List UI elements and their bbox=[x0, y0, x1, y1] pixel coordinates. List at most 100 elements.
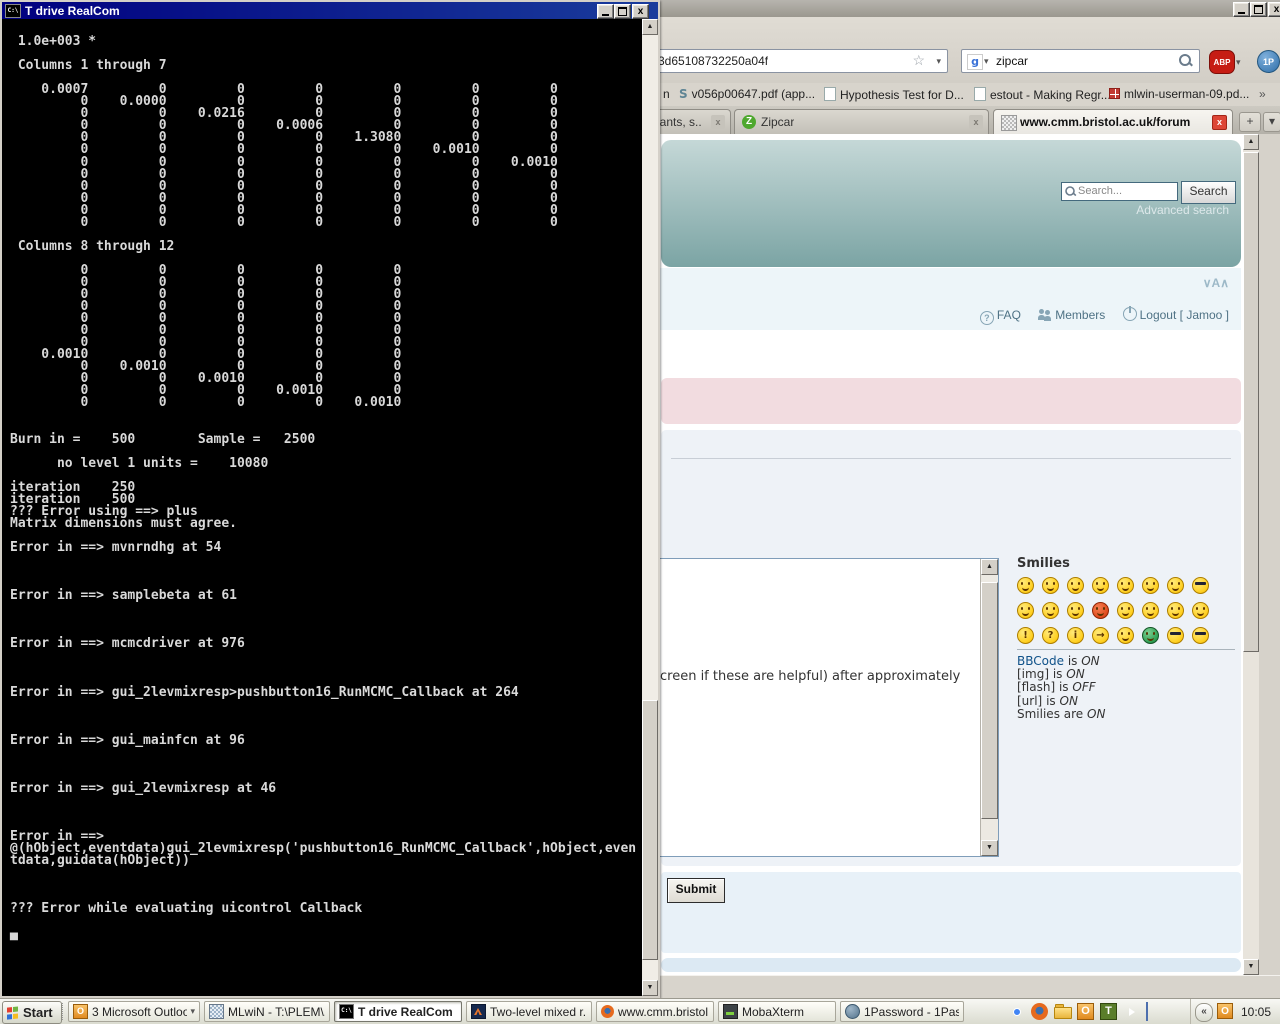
search-go-icon[interactable] bbox=[1179, 54, 1191, 66]
smilie-ugeek-icon[interactable] bbox=[1192, 627, 1209, 644]
firefox-icon[interactable] bbox=[1031, 1003, 1048, 1020]
forum-search-button[interactable]: Search bbox=[1181, 181, 1236, 204]
smilie-wink-icon[interactable] bbox=[1067, 577, 1084, 594]
text-size-widget[interactable]: ∨A∧ bbox=[1203, 276, 1229, 290]
window-icon[interactable] bbox=[1146, 1002, 1148, 1021]
console-restore-button[interactable] bbox=[614, 4, 631, 19]
submit-button[interactable]: Submit bbox=[667, 878, 725, 903]
textarea-scrollbar[interactable]: ▲ ▼ bbox=[980, 559, 998, 856]
console-titlebar[interactable]: C:\ T drive RealCom bbox=[2, 2, 658, 19]
outlook-tray-icon[interactable]: O bbox=[1217, 1003, 1233, 1019]
scrollbar-thumb[interactable] bbox=[981, 582, 998, 819]
bookmark-item[interactable]: Hypothesis Test for D... bbox=[824, 87, 964, 102]
tray-chevron[interactable]: « bbox=[1195, 1003, 1213, 1022]
bookmark-star-icon[interactable]: ☆ bbox=[912, 52, 925, 69]
taskbar-button-firefox-cmm[interactable]: www.cmm.bristol.... bbox=[596, 1001, 714, 1022]
scrollbar-thumb[interactable] bbox=[1243, 152, 1259, 652]
forum-search-input[interactable]: Search... bbox=[1061, 182, 1178, 201]
taskbar-button-mlwin[interactable]: MLwiN - T:\PLEM\... bbox=[204, 1001, 330, 1022]
message-textarea[interactable]: creen if these are helpful) after approx… bbox=[653, 558, 999, 857]
smilie-confused-icon[interactable] bbox=[1092, 577, 1109, 594]
taskbar-button-realcom[interactable]: C:\ T drive RealCom bbox=[334, 1001, 462, 1022]
browser-close-button[interactable]: x bbox=[1268, 2, 1280, 17]
console-output-area[interactable]: 1.0e+003 * Columns 1 through 7 0.0007 0 … bbox=[2, 19, 642, 996]
smilie-cool-icon[interactable] bbox=[1192, 577, 1209, 594]
tab-list-dropdown[interactable]: ▾ bbox=[1263, 112, 1280, 132]
smilie-mrgreen-icon[interactable] bbox=[1142, 627, 1159, 644]
smilie-razz-icon[interactable] bbox=[1067, 602, 1084, 619]
tab-close-icon[interactable]: x bbox=[969, 115, 983, 129]
logout-link[interactable]: Logout [ Jamoo ] bbox=[1123, 308, 1229, 322]
bookmark-item[interactable]: n bbox=[663, 87, 670, 101]
console-scrollbar[interactable]: ▲ ▼ bbox=[642, 19, 658, 996]
smilie-surprised-icon[interactable] bbox=[1117, 577, 1134, 594]
smilie-neutral-icon[interactable] bbox=[1117, 627, 1134, 644]
adblock-dropdown-icon[interactable]: ▾ bbox=[1236, 57, 1241, 68]
taskbar-button-mobaxterm[interactable]: MobaXterm bbox=[718, 1001, 836, 1022]
restore-icon bbox=[1254, 5, 1263, 14]
question-circle-icon: ? bbox=[980, 311, 994, 325]
address-dropdown-icon[interactable]: ▾ bbox=[936, 56, 941, 67]
bookmark-item[interactable]: mlwin-userman-09.pd... bbox=[1109, 87, 1249, 101]
onepassword-icon[interactable]: 1P bbox=[1257, 50, 1280, 73]
smilie-twisted-evil-icon[interactable] bbox=[1167, 602, 1184, 619]
bookmark-item[interactable]: estout - Making Regr... bbox=[974, 87, 1111, 102]
smilie-eek-icon[interactable] bbox=[1142, 577, 1159, 594]
outlook-icon[interactable]: O bbox=[1077, 1003, 1094, 1020]
browser-titlebar[interactable]: x bbox=[646, 0, 1280, 17]
new-tab-button[interactable]: + bbox=[1239, 112, 1261, 132]
forum-navbar-strip: ∨A∧ ?FAQ Members Logout [ Jamoo ] bbox=[653, 268, 1241, 330]
tab-close-icon[interactable]: x bbox=[711, 115, 725, 129]
scroll-up-icon[interactable]: ▲ bbox=[642, 19, 658, 35]
scroll-up-icon[interactable]: ▲ bbox=[1243, 134, 1259, 150]
advanced-search-link[interactable]: Advanced search bbox=[1136, 203, 1229, 217]
search-query[interactable]: zipcar bbox=[996, 54, 1028, 68]
smilie-biggrin-icon[interactable] bbox=[1017, 577, 1034, 594]
submit-panel: Submit bbox=[661, 872, 1241, 953]
console-close-button[interactable]: x bbox=[632, 4, 649, 19]
adblock-icon[interactable]: ABP bbox=[1209, 50, 1235, 74]
start-button[interactable]: Start bbox=[2, 1001, 62, 1024]
console-minimize-button[interactable] bbox=[597, 4, 614, 19]
faq-link[interactable]: ?FAQ bbox=[980, 308, 1021, 322]
forum-page: Search... Search Advanced search ∨A∧ ?FA… bbox=[653, 134, 1243, 975]
browser-minimize-button[interactable] bbox=[1233, 2, 1250, 17]
smilie-evil-icon[interactable] bbox=[1142, 602, 1159, 619]
smilie-geek-icon[interactable] bbox=[1167, 627, 1184, 644]
address-url[interactable]: 3d65108732250a04f bbox=[658, 54, 768, 68]
smilie-sad-icon[interactable] bbox=[1117, 602, 1134, 619]
smilie-smile-icon[interactable] bbox=[1042, 577, 1059, 594]
scroll-down-icon[interactable]: ▼ bbox=[642, 980, 658, 996]
google-engine-icon[interactable]: g bbox=[967, 54, 983, 70]
smilie-arrow-icon[interactable]: → bbox=[1092, 627, 1109, 644]
bookmark-item[interactable]: Sv056p00647.pdf (app... bbox=[679, 87, 815, 101]
taskbar-button-1password[interactable]: 1Password - 1Pass... bbox=[840, 1001, 964, 1022]
engine-dropdown-icon[interactable]: ▾ bbox=[984, 56, 989, 67]
tab-cmm-forum-active[interactable]: www.cmm.bristol.ac.uk/forum •... x bbox=[993, 109, 1233, 134]
members-link[interactable]: Members bbox=[1038, 308, 1105, 322]
tab-zipcar[interactable]: Z Zipcar x bbox=[734, 109, 989, 134]
smilie-mad-icon[interactable] bbox=[1042, 602, 1059, 619]
smilie-rolleyes-icon[interactable] bbox=[1192, 602, 1209, 619]
search-box[interactable]: g ▾ zipcar bbox=[961, 49, 1200, 73]
browser-restore-button[interactable] bbox=[1250, 2, 1267, 17]
tab-close-icon[interactable]: x bbox=[1212, 115, 1227, 130]
smilie-lol-icon[interactable] bbox=[1017, 602, 1034, 619]
scroll-down-icon[interactable]: ▼ bbox=[981, 840, 998, 856]
smilie-crying-icon[interactable] bbox=[1167, 577, 1184, 594]
t-app-icon[interactable]: T bbox=[1100, 1003, 1117, 1020]
taskbar-button-outlook[interactable]: O 3 Microsoft Outlook ▾ bbox=[68, 1001, 200, 1022]
smilie-exclaim-icon[interactable]: ! bbox=[1017, 627, 1034, 644]
smilie-idea-icon[interactable]: i bbox=[1067, 627, 1084, 644]
scroll-up-icon[interactable]: ▲ bbox=[981, 559, 998, 575]
browser-scrollbar[interactable]: ▲ ▼ bbox=[1243, 134, 1259, 975]
forum-header-banner: Search... Search Advanced search bbox=[661, 140, 1241, 267]
bbcode-link[interactable]: BBCode bbox=[1017, 654, 1064, 668]
bookmarks-overflow-chevron[interactable]: » bbox=[1259, 87, 1266, 101]
taskbar-button-matlab[interactable]: Two-level mixed r... bbox=[466, 1001, 592, 1022]
scrollbar-thumb[interactable] bbox=[642, 700, 658, 960]
address-bar[interactable]: 3d65108732250a04f ☆ ▾ bbox=[651, 49, 948, 73]
smilie-question-icon[interactable]: ? bbox=[1042, 627, 1059, 644]
scroll-down-icon[interactable]: ▼ bbox=[1243, 959, 1259, 975]
smilie-embarrassed-icon[interactable] bbox=[1092, 602, 1109, 619]
